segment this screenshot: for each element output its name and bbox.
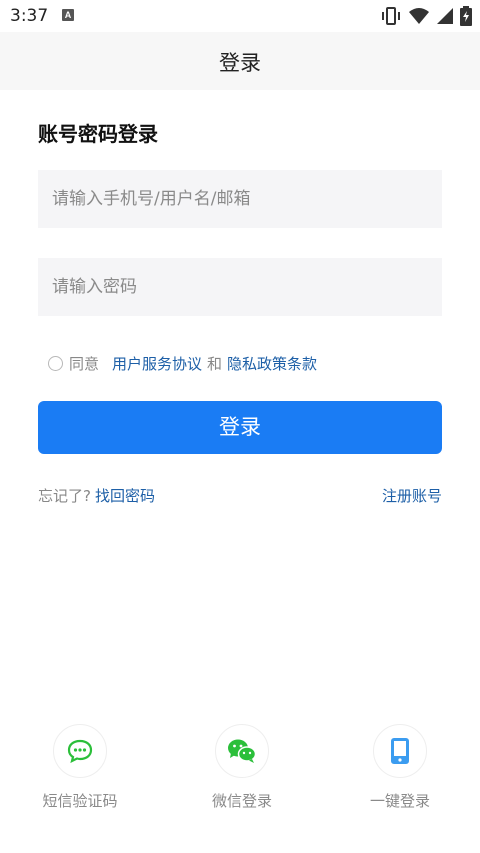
privacy-policy-link[interactable]: 隐私政策条款 (227, 353, 317, 374)
retrieve-password-link[interactable]: 找回密码 (95, 487, 155, 505)
signal-icon (437, 8, 453, 24)
forgot-text: 忘记了? (38, 487, 91, 505)
status-bar: 3:37 A (0, 0, 480, 32)
app-header: 登录 (0, 32, 480, 90)
status-time: 3:37 (10, 6, 49, 26)
agreement-row: 同意 用户服务协议 和 隐私政策条款 (48, 352, 317, 374)
agree-radio[interactable] (48, 355, 63, 371)
password-input[interactable] (38, 258, 442, 316)
account-input[interactable] (38, 170, 442, 228)
vibrate-icon (382, 7, 400, 25)
section-title: 账号密码登录 (38, 122, 158, 146)
forgot-row: 忘记了? 找回密码 (38, 485, 155, 506)
onekey-login-label: 一键登录 (369, 792, 430, 810)
onekey-login-button[interactable] (373, 724, 427, 778)
wifi-icon (409, 8, 429, 24)
phone-icon (391, 738, 409, 764)
sms-login-button[interactable] (53, 724, 107, 778)
sms-login-option[interactable]: 短信验证码 (30, 724, 130, 811)
wechat-icon (228, 739, 257, 763)
battery-icon (460, 6, 472, 26)
onekey-login-option[interactable]: 一键登录 (350, 724, 450, 811)
status-icons (380, 6, 472, 26)
wechat-login-option[interactable]: 微信登录 (192, 724, 292, 811)
register-link[interactable]: 注册账号 (382, 485, 442, 506)
agree-prefix: 同意 (69, 354, 100, 373)
login-button[interactable]: 登录 (38, 401, 442, 454)
wechat-login-button[interactable] (215, 724, 269, 778)
agree-and: 和 (207, 354, 223, 373)
sms-login-label: 短信验证码 (42, 792, 118, 810)
chat-bubble-icon (67, 739, 93, 763)
notification-icon: A (62, 9, 74, 21)
user-agreement-link[interactable]: 用户服务协议 (112, 353, 202, 374)
wechat-login-label: 微信登录 (211, 792, 272, 810)
page-title: 登录 (219, 51, 261, 75)
